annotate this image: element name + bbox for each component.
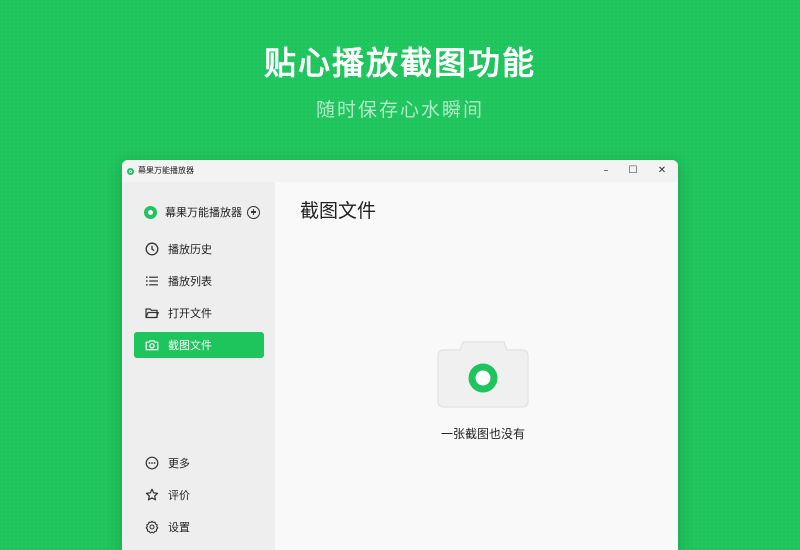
sidebar-item-settings[interactable]: 设置: [134, 514, 264, 540]
page-title: 截图文件: [300, 200, 377, 222]
sidebar-item-open-file[interactable]: 打开文件: [134, 300, 264, 326]
gear-icon: [145, 520, 159, 534]
sidebar-item-playlist[interactable]: 播放列表: [134, 268, 264, 294]
sidebar-item-screenshots[interactable]: 截图文件: [134, 332, 264, 358]
list-icon: [145, 274, 159, 288]
folder-icon: [145, 306, 159, 320]
empty-camera-icon: [436, 338, 530, 408]
brand-logo-icon: [144, 205, 157, 219]
camera-icon: [145, 338, 159, 352]
sidebar-item-label: 评价: [168, 489, 190, 502]
brand-name: 幕果万能播放器: [165, 206, 242, 219]
title-bar[interactable]: 幕果万能播放器 – ☐ ✕: [122, 160, 678, 182]
star-icon: [145, 488, 159, 502]
sidebar-item-label: 播放列表: [168, 275, 212, 288]
maximize-button[interactable]: ☐: [619, 162, 647, 180]
sidebar-item-label: 打开文件: [168, 307, 212, 320]
sidebar-item-label: 播放历史: [168, 243, 212, 256]
sidebar-item-label: 截图文件: [168, 339, 212, 352]
sidebar-item-rate[interactable]: 评价: [134, 482, 264, 508]
close-button[interactable]: ✕: [648, 162, 676, 180]
sidebar-item-more[interactable]: 更多: [134, 450, 264, 476]
more-icon: [145, 456, 159, 470]
sidebar-item-label: 更多: [168, 457, 190, 470]
sidebar-item-history[interactable]: 播放历史: [134, 236, 264, 262]
add-icon[interactable]: [247, 205, 260, 219]
sidebar-brand: 幕果万能播放器: [144, 202, 260, 222]
window-title: 幕果万能播放器: [138, 166, 194, 175]
promo-headline: 贴心播放截图功能: [263, 44, 536, 82]
sidebar: 幕果万能播放器 播放历史 播放列表 打开文件 截图文件 更多 评价 设置: [122, 182, 275, 550]
sidebar-item-label: 设置: [168, 521, 190, 534]
app-logo-icon: [127, 168, 134, 175]
clock-icon: [145, 242, 159, 256]
empty-state-text: 一张截图也没有: [440, 427, 525, 441]
app-window: 幕果万能播放器 – ☐ ✕ 幕果万能播放器 播放历史 播放列表 打开文件 截图文…: [122, 160, 678, 550]
minimize-button[interactable]: –: [592, 162, 620, 180]
promo-subline: 随时保存心水瞬间: [315, 99, 484, 121]
